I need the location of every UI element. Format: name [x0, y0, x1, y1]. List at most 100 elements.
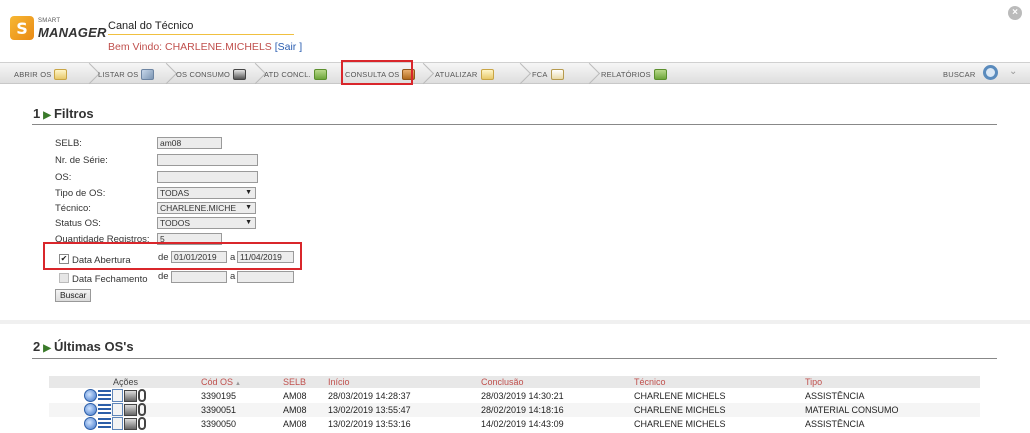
printer-icon — [233, 68, 247, 80]
nav-fca[interactable]: FCA — [532, 66, 564, 82]
spreadsheet-icon — [653, 68, 667, 80]
col-conclusao[interactable]: Conclusão — [481, 377, 524, 387]
nav-atualizar[interactable]: ATUALIZAR — [435, 66, 494, 82]
row-actions — [84, 403, 146, 416]
col-tecnico[interactable]: Técnico — [634, 377, 666, 387]
paperclip-icon[interactable] — [138, 389, 146, 402]
logout-bracket-close: ] — [299, 41, 303, 53]
nav-buscar[interactable]: BUSCAR — [943, 66, 975, 82]
document-icon[interactable] — [112, 389, 123, 402]
cell-tipo: ASSISTÊNCIA — [805, 391, 865, 401]
row-actions — [84, 417, 146, 430]
tecnico-select[interactable]: CHARLENE.MICHE — [157, 202, 256, 214]
cell-conclusao: 14/02/2019 14:43:09 — [481, 419, 564, 429]
nav-separator — [246, 63, 258, 85]
document-edit-icon — [480, 68, 494, 80]
abertura-de-label: de — [158, 252, 169, 263]
nav-relatorios[interactable]: RELATÓRIOS — [601, 66, 667, 82]
section-title-text: Últimas OS's — [53, 339, 134, 354]
nav-relatorios-label: RELATÓRIOS — [601, 69, 651, 79]
col-inicio[interactable]: Início — [328, 377, 350, 387]
list-icon[interactable] — [98, 403, 111, 416]
fechamento-de-input[interactable] — [171, 271, 227, 283]
data-abertura-label: Data Abertura — [72, 255, 131, 266]
logout-link[interactable]: Sair — [278, 41, 297, 53]
title-divider — [108, 34, 294, 35]
section-arrow-icon: ▶ — [43, 343, 51, 354]
cell-cod: 3390051 — [201, 405, 237, 415]
list-icon[interactable] — [98, 389, 111, 402]
filtros-title: 1 ▶ Filtros — [33, 106, 94, 121]
nav-os-consumo-label: OS CONSUMO — [176, 69, 231, 79]
nav-fca-label: FCA — [532, 69, 548, 79]
col-tipo[interactable]: Tipo — [805, 377, 822, 387]
tipo-os-label: Tipo de OS: — [55, 188, 106, 199]
abertura-de-input[interactable]: 01/01/2019 — [171, 251, 227, 263]
cell-inicio: 13/02/2019 13:53:16 — [328, 419, 411, 429]
os-input[interactable] — [157, 171, 258, 183]
search-icon[interactable] — [983, 65, 998, 80]
abertura-a-label: a — [230, 252, 236, 263]
section-number: 1 — [33, 106, 41, 121]
tipo-os-select[interactable]: TODAS — [157, 187, 256, 199]
nav-active-highlight — [341, 60, 413, 85]
nav-atd-concl[interactable]: ATD CONCL. — [264, 66, 327, 82]
cell-selb: AM08 — [283, 405, 307, 415]
close-icon[interactable]: × — [1008, 6, 1022, 20]
nav-abrir-os-label: ABRIR OS — [14, 69, 52, 79]
ultimas-os-title: 2 ▶ Últimas OS's — [33, 339, 134, 354]
status-os-select[interactable]: TODOS — [157, 217, 256, 229]
info-icon[interactable] — [84, 403, 97, 416]
cell-tipo: MATERIAL CONSUMO — [805, 405, 899, 415]
col-acoes: Ações — [113, 377, 139, 387]
abertura-a-input[interactable]: 11/04/2019 — [237, 251, 294, 263]
col-selb[interactable]: SELB — [283, 377, 306, 387]
buscar-button[interactable]: Buscar — [55, 289, 92, 302]
data-abertura-checkbox[interactable]: ✔ — [59, 254, 69, 264]
printer-icon[interactable] — [124, 403, 137, 416]
info-icon[interactable] — [84, 389, 97, 402]
paperclip-icon[interactable] — [138, 403, 146, 416]
col-cod-os[interactable]: Cód OS ▲ — [201, 377, 241, 387]
nav-separator — [511, 63, 523, 85]
os-label: OS: — [55, 172, 72, 183]
cell-tecnico: CHARLENE MICHELS — [634, 419, 726, 429]
fechamento-a-input[interactable] — [237, 271, 294, 283]
nav-listar-os[interactable]: LISTAR OS — [98, 66, 155, 82]
logo-big-text: MANAGER — [38, 25, 107, 40]
fechamento-de-label: de — [158, 271, 169, 282]
selb-label: SELB: — [55, 138, 82, 149]
welcome-text: Bem Vindo: CHARLENE.MICHELS [Sair ] — [108, 41, 302, 53]
selb-field[interactable]: am08 — [157, 137, 222, 149]
section-title-text: Filtros — [53, 106, 94, 121]
nav-buscar-label: BUSCAR — [943, 69, 976, 79]
document-icon[interactable] — [112, 417, 123, 430]
data-fechamento-label: Data Fechamento — [72, 274, 148, 285]
serie-input[interactable] — [157, 154, 258, 166]
paperclip-icon[interactable] — [138, 417, 146, 430]
chevron-down-icon[interactable]: ⌄ — [1009, 66, 1017, 77]
data-fechamento-checkbox[interactable] — [59, 273, 69, 283]
nav-abrir-os[interactable]: ABRIR OS — [14, 66, 68, 82]
nav-listar-os-label: LISTAR OS — [98, 69, 139, 79]
cell-inicio: 13/02/2019 13:55:47 — [328, 405, 411, 415]
info-icon[interactable] — [84, 417, 97, 430]
cell-tecnico: CHARLENE MICHELS — [634, 391, 726, 401]
cell-selb: AM08 — [283, 391, 307, 401]
cell-conclusao: 28/02/2019 14:18:16 — [481, 405, 564, 415]
row-actions — [84, 389, 146, 402]
list-icon[interactable] — [98, 417, 111, 430]
nav-separator — [157, 63, 169, 85]
printer-icon[interactable] — [124, 417, 137, 430]
section-divider — [0, 320, 1030, 324]
clipboard-icon — [550, 68, 564, 80]
cell-selb: AM08 — [283, 419, 307, 429]
nav-separator — [80, 63, 92, 85]
welcome-user: Bem Vindo: CHARLENE.MICHELS — [108, 41, 272, 53]
nav-os-consumo[interactable]: OS CONSUMO — [176, 66, 247, 82]
tipo-os-value: TODAS — [160, 188, 190, 198]
nav-separator — [580, 63, 592, 85]
printer-icon[interactable] — [124, 389, 137, 402]
document-icon[interactable] — [112, 403, 123, 416]
cell-tecnico: CHARLENE MICHELS — [634, 405, 726, 415]
